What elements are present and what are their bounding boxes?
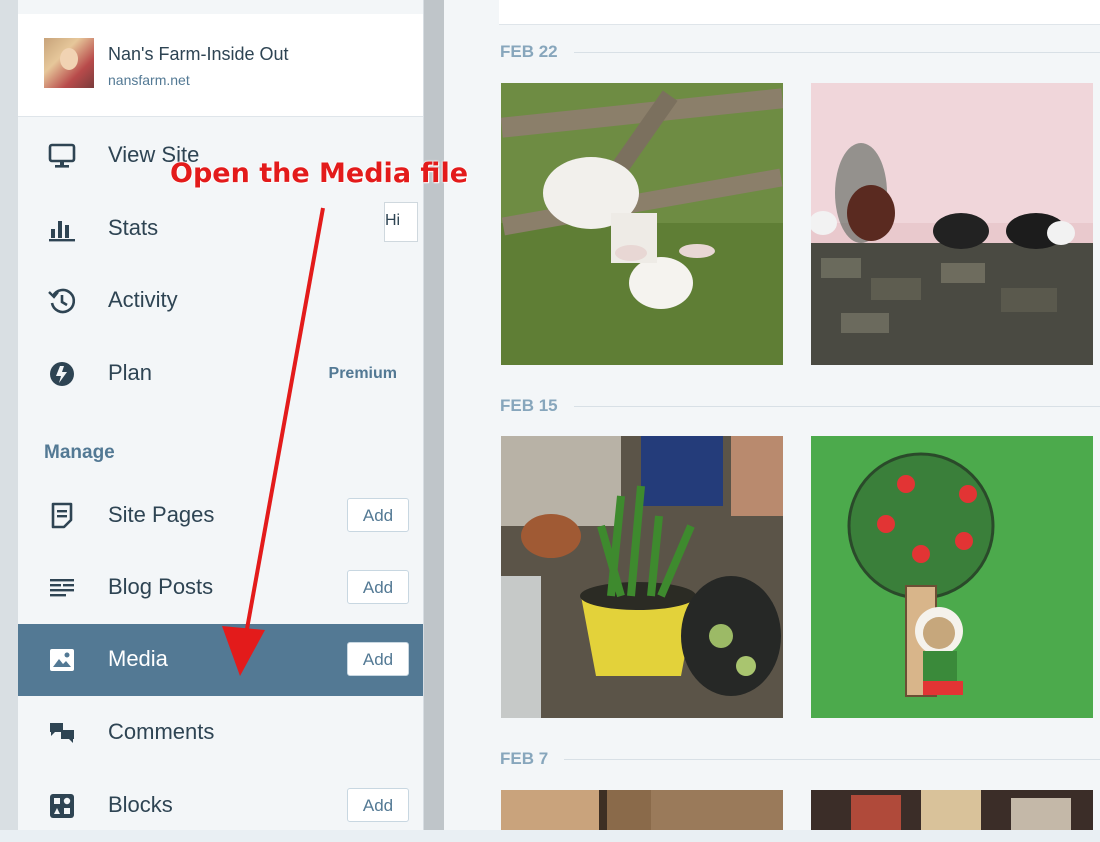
sidebar-item-label: Media [108,646,168,671]
sidebar-item-site-pages[interactable]: Site Pages Add [18,480,423,552]
sidebar-item-plan[interactable]: Plan Premium [18,338,423,410]
manage-heading: Manage [44,442,115,463]
posts-icon [48,574,76,602]
sheep-photo[interactable] [501,83,783,365]
sidebar-item-label: Plan [108,360,153,385]
sidebar-item-label: Comments [108,719,215,744]
date-divider [574,406,1100,407]
date-divider [564,759,1100,760]
date-header: FEB 22 [500,42,558,61]
shelf-photo[interactable] [811,790,1093,830]
plan-badge: Premium [328,365,397,382]
room-photo[interactable] [501,790,783,830]
media-library: FEB 22 FEB 15 FEB 7 [444,0,1100,830]
window-edge [0,0,18,830]
tree-illustration[interactable] [811,436,1093,718]
sidebar-item-label: Activity [108,287,178,312]
sidebar-item-media[interactable]: Media Add [18,624,423,696]
sidebar-item-activity[interactable]: Activity [18,265,423,337]
sidebar-item-blocks[interactable]: Blocks Add [18,770,423,842]
panel-divider [424,0,444,830]
site-name: Nan's Farm-Inside Out [108,44,289,64]
sidebar-item-label: Blog Posts [108,574,214,599]
sidebar: Nan's Farm-Inside Out nansfarm.net View … [18,0,424,830]
sidebar-item-comments[interactable]: Comments [18,697,423,769]
date-header: FEB 7 [500,749,549,768]
monitor-icon [48,142,76,170]
site-avatar [44,38,94,88]
sidebar-item-blog-posts[interactable]: Blog Posts Add [18,552,423,624]
sidebar-item-label: Site Pages [108,502,215,527]
image-icon [48,646,76,674]
date-header: FEB 15 [500,396,558,415]
plants-photo[interactable] [501,436,783,718]
date-divider [574,52,1100,53]
site-url: nansfarm.net [108,72,190,88]
comments-icon [48,719,76,747]
clipped-hint: Hi [384,202,418,242]
top-card [499,0,1100,25]
page-icon [48,502,76,530]
add-block-button[interactable]: Add [347,788,409,822]
cows-photo[interactable] [811,83,1093,365]
site-card[interactable]: Nan's Farm-Inside Out nansfarm.net [18,14,423,117]
add-post-button[interactable]: Add [347,570,409,604]
add-page-button[interactable]: Add [347,498,409,532]
blocks-icon [48,792,76,820]
add-media-button[interactable]: Add [347,642,409,676]
history-icon [48,287,76,315]
sidebar-item-label: Blocks [108,792,173,817]
annotation-label: Open the Media file [170,158,469,189]
sidebar-item-stats[interactable]: Stats [18,193,423,265]
plan-icon [48,360,76,388]
sidebar-item-label: Stats [108,215,159,240]
bar-chart-icon [48,215,76,243]
